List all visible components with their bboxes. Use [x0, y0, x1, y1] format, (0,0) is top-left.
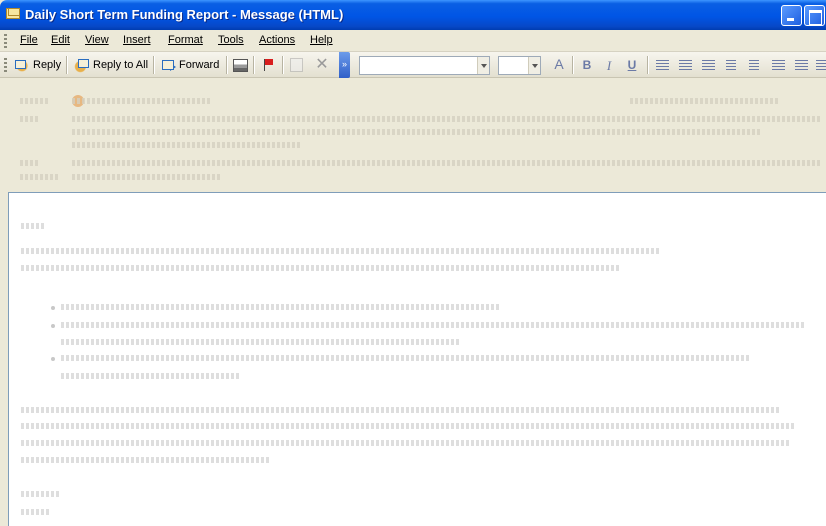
- menu-bar: File Edit View Insert Format Tools Actio…: [0, 30, 826, 52]
- delete-icon: ✕: [315, 56, 329, 73]
- toolbar-options-chevron-icon[interactable]: »: [339, 52, 350, 78]
- toolbar-separator: [226, 56, 227, 74]
- body-text-line: [61, 322, 806, 328]
- header-text-line: [72, 174, 222, 180]
- header-text-line: [72, 129, 762, 135]
- reply-all-button[interactable]: Reply to All: [72, 55, 150, 75]
- move-to-folder-button[interactable]: [288, 55, 305, 75]
- body-text-line: [61, 373, 241, 379]
- menu-help[interactable]: Help: [310, 34, 333, 46]
- body-text-line: [21, 265, 621, 271]
- envelope-icon: [6, 8, 20, 19]
- header-text-line: [20, 116, 40, 122]
- header-text-line: [630, 98, 780, 104]
- reply-icon: [14, 57, 30, 73]
- italic-button[interactable]: I: [601, 58, 617, 74]
- delete-button[interactable]: ✕: [312, 55, 332, 75]
- message-body[interactable]: [8, 192, 826, 526]
- header-text-line: [72, 142, 302, 148]
- toolbar-separator: [253, 56, 254, 74]
- standard-toolbar: Reply Reply to All Forward ✕ » A B I U: [0, 52, 826, 78]
- reply-all-icon: [74, 57, 90, 73]
- center-icon[interactable]: [679, 60, 692, 71]
- list-bullet: [51, 324, 55, 328]
- font-color-icon[interactable]: A: [551, 56, 567, 72]
- toolbar-separator: [66, 56, 67, 74]
- toolbar-separator: [647, 56, 648, 74]
- reply-label: Reply: [33, 59, 62, 71]
- print-icon: [233, 58, 248, 72]
- body-text-line: [61, 339, 461, 345]
- forward-icon: [160, 57, 176, 73]
- header-text-line: [72, 116, 822, 122]
- chevron-down-icon[interactable]: [477, 57, 489, 74]
- menu-actions[interactable]: Actions: [259, 34, 295, 46]
- toolbar-grip-icon[interactable]: [4, 58, 7, 72]
- forward-button[interactable]: Forward: [158, 55, 221, 75]
- align-left-icon[interactable]: [656, 60, 669, 71]
- header-text-line: [20, 174, 60, 180]
- reply-all-label: Reply to All: [93, 59, 149, 71]
- message-header: [0, 79, 826, 187]
- body-text-line: [21, 223, 46, 229]
- forward-label: Forward: [179, 59, 220, 71]
- move-icon: [290, 58, 303, 72]
- menu-edit[interactable]: Edit: [51, 34, 70, 46]
- header-text-line: [72, 98, 212, 104]
- flag-icon: [260, 57, 276, 73]
- header-text-line: [72, 160, 822, 166]
- body-text-line: [61, 355, 751, 361]
- underline-button[interactable]: U: [624, 58, 640, 74]
- toolbar-separator: [153, 56, 154, 74]
- print-button[interactable]: [231, 55, 250, 75]
- numbering-icon[interactable]: [749, 60, 759, 71]
- header-text-line: [20, 98, 50, 104]
- increase-indent-icon[interactable]: [795, 60, 808, 71]
- menu-format[interactable]: Format: [168, 34, 203, 46]
- menu-grip-icon[interactable]: [4, 34, 7, 48]
- list-bullet: [51, 306, 55, 310]
- menu-insert[interactable]: Insert: [123, 34, 151, 46]
- menu-file[interactable]: File: [20, 34, 38, 46]
- body-text-line: [21, 248, 661, 254]
- body-text-line: [21, 509, 51, 515]
- body-text-line: [21, 457, 271, 463]
- chevron-down-icon[interactable]: [528, 57, 540, 74]
- window-title: Daily Short Term Funding Report - Messag…: [25, 7, 344, 22]
- toolbar-separator: [572, 56, 573, 74]
- reply-button[interactable]: Reply: [12, 55, 63, 75]
- bullets-icon[interactable]: [726, 60, 736, 71]
- font-size-combo[interactable]: [498, 56, 541, 75]
- body-text-line: [21, 407, 781, 413]
- toolbar-separator: [282, 56, 283, 74]
- menu-view[interactable]: View: [85, 34, 109, 46]
- list-bullet: [51, 357, 55, 361]
- style-combo[interactable]: [359, 56, 490, 75]
- maximize-button[interactable]: [804, 5, 825, 26]
- follow-up-flag-button[interactable]: [258, 55, 278, 75]
- menu-tools[interactable]: Tools: [218, 34, 244, 46]
- body-text-line: [21, 440, 791, 446]
- body-text-line: [61, 304, 501, 310]
- decrease-indent-icon[interactable]: [772, 60, 785, 71]
- format-overflow-icon[interactable]: [816, 60, 826, 71]
- align-right-icon[interactable]: [702, 60, 715, 71]
- title-bar: Daily Short Term Funding Report - Messag…: [0, 0, 826, 30]
- header-text-line: [20, 160, 38, 166]
- minimize-button[interactable]: [781, 5, 802, 26]
- bold-button[interactable]: B: [579, 58, 595, 74]
- body-text-line: [21, 491, 61, 497]
- body-text-line: [21, 423, 796, 429]
